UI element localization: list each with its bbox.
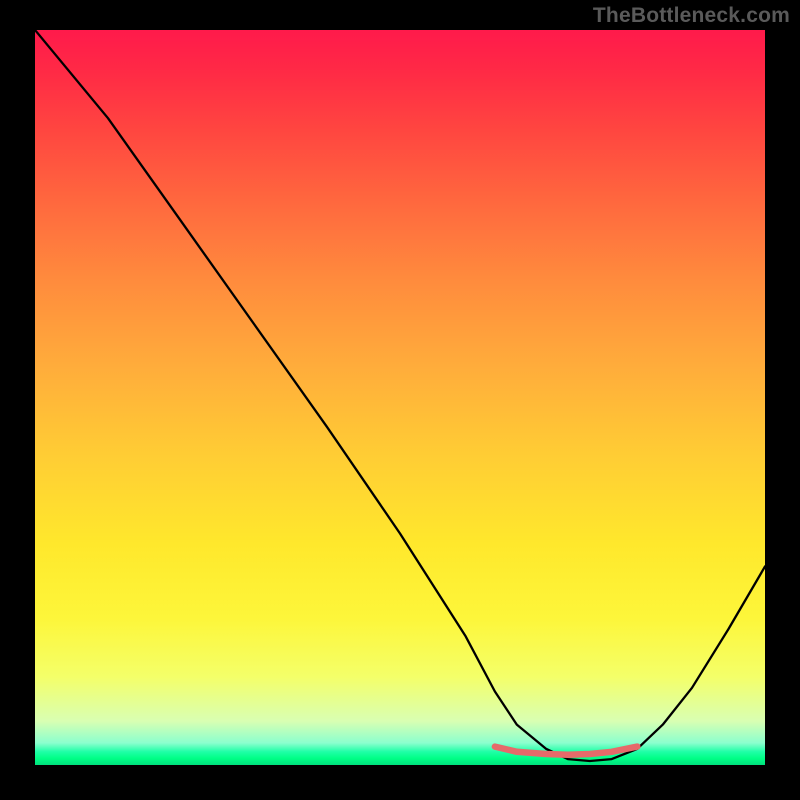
- plot-area: [35, 30, 765, 765]
- bottleneck-curve: [35, 30, 765, 761]
- watermark-text: TheBottleneck.com: [593, 4, 790, 28]
- chart-frame: TheBottleneck.com: [0, 0, 800, 800]
- optimal-band-curve: [495, 747, 637, 755]
- curves-svg: [35, 30, 765, 765]
